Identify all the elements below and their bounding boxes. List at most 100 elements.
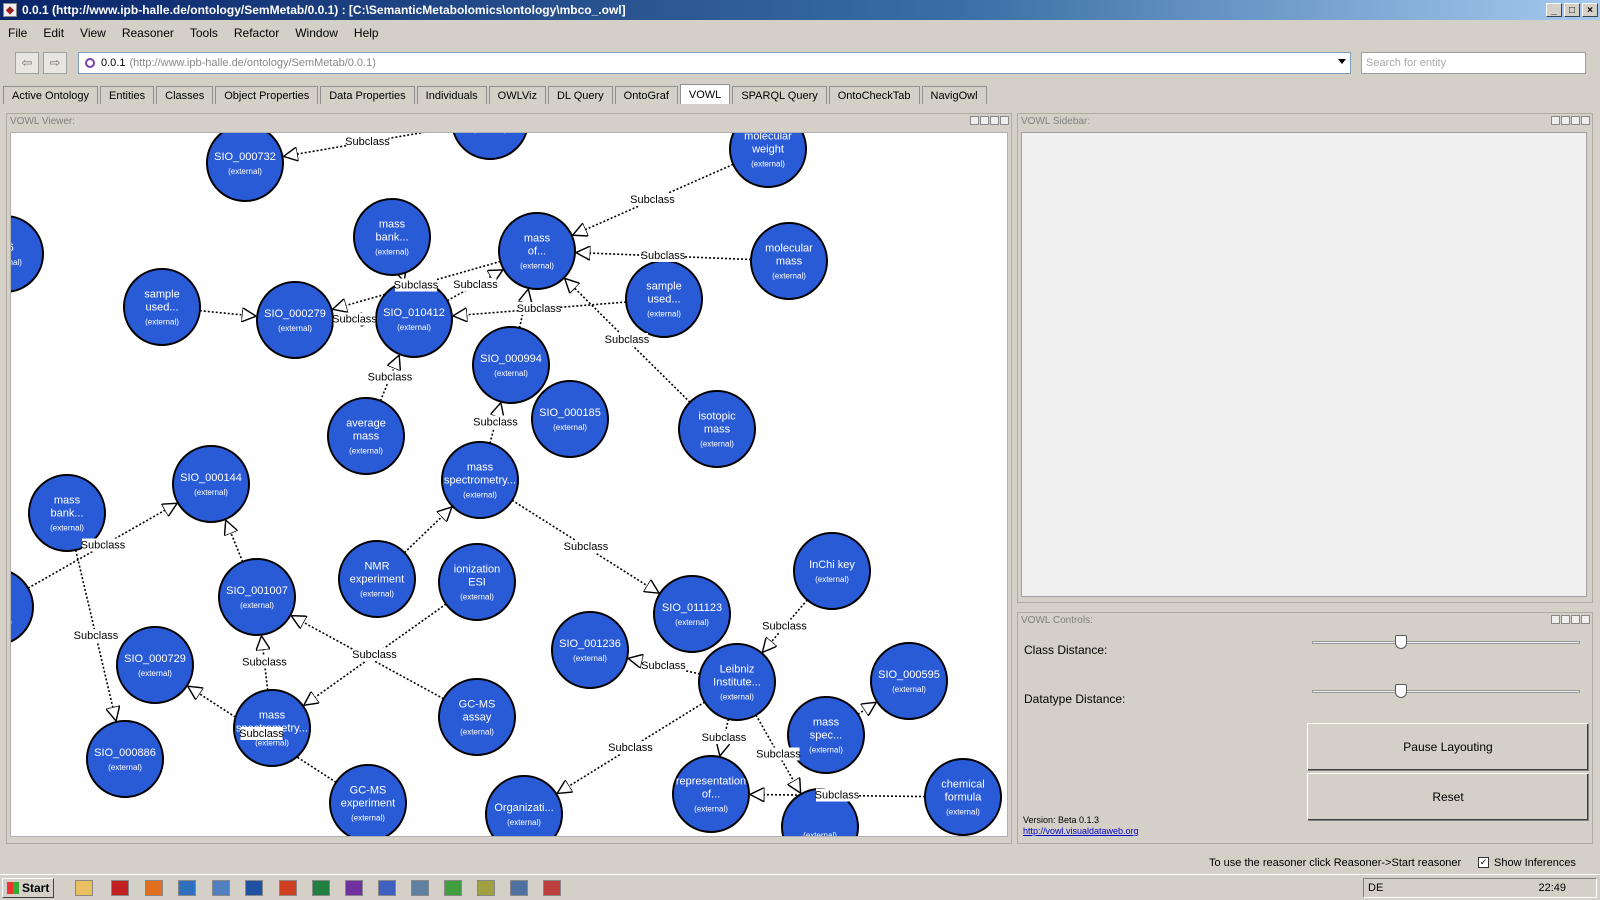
tab-sparql-query[interactable]: SPARQL Query <box>732 86 827 104</box>
ontology-selector[interactable]: 0.0.1 (http://www.ipb-halle.de/ontology/… <box>78 52 1351 74</box>
class-node[interactable]: sampleused... (external) <box>625 260 703 338</box>
excel-icon[interactable] <box>312 880 330 896</box>
class-node[interactable]: SIO_000595 (external) <box>870 642 948 720</box>
edge-label[interactable]: Subclass <box>345 135 390 148</box>
class-node[interactable]: averagemass (external) <box>327 397 405 475</box>
close-panel-icon[interactable] <box>1000 116 1009 125</box>
class-node[interactable]: LeibnizInstitute... (external) <box>698 643 776 721</box>
edge-label[interactable]: Subclass <box>641 249 686 262</box>
window-app-icon[interactable] <box>411 880 429 896</box>
class-node[interactable]: SIO_000144 (external) <box>172 445 250 523</box>
class-node[interactable]: isotopicmass (external) <box>678 390 756 468</box>
menu-help[interactable]: Help <box>346 26 387 40</box>
tab-active-ontology[interactable]: Active Ontology <box>3 86 99 104</box>
edge-label[interactable]: Subclass <box>332 312 377 326</box>
tab-object-properties[interactable]: Object Properties <box>215 86 319 104</box>
class-distance-slider[interactable] <box>1312 635 1580 649</box>
word-icon[interactable] <box>245 880 263 896</box>
menu-view[interactable]: View <box>72 26 114 40</box>
edge-label[interactable]: Subclass <box>702 731 747 744</box>
menu-refactor[interactable]: Refactor <box>226 26 287 40</box>
class-node[interactable]: massbank... (external) <box>353 198 431 276</box>
edge-label[interactable]: Subclass <box>756 747 801 761</box>
class-node[interactable]: chemicalformula (external) <box>924 758 1002 836</box>
protege-icon[interactable] <box>543 880 561 896</box>
class-node[interactable]: NMRexperiment (external) <box>338 540 416 618</box>
edge-label[interactable]: Subclass <box>453 278 498 291</box>
pause-layouting-button[interactable]: Pause Layouting <box>1307 723 1589 771</box>
start-button[interactable]: Start <box>2 878 54 898</box>
float-icon[interactable] <box>970 116 979 125</box>
clock[interactable]: 22:49 <box>1538 882 1566 894</box>
graph-canvas[interactable]: (external)SIO_000732(external)molecularw… <box>10 132 1008 837</box>
edge-label[interactable]: Subclass <box>368 370 413 384</box>
menu-window[interactable]: Window <box>287 26 346 40</box>
show-inferences-checkbox[interactable]: ✓ <box>1478 857 1489 868</box>
class-node[interactable]: massspec... (external) <box>787 696 865 774</box>
edge-label[interactable]: Subclass <box>81 538 126 552</box>
class-node[interactable]: representationof... (external) <box>672 755 750 833</box>
edge-label[interactable]: Subclass <box>605 333 650 346</box>
edge-label[interactable]: Subclass <box>74 629 119 642</box>
browser-icon[interactable] <box>178 880 196 896</box>
menu-tools[interactable]: Tools <box>182 26 226 40</box>
maximize-panel-icon[interactable] <box>1571 116 1580 125</box>
edge-label[interactable]: Subclass <box>630 193 675 206</box>
class-node[interactable]: InChi key (external) <box>793 532 871 610</box>
minimize-icon[interactable]: _ <box>1546 3 1562 17</box>
powerpoint-icon[interactable] <box>279 880 297 896</box>
class-node[interactable]: GC-MSassay (external) <box>438 678 516 756</box>
edge-label[interactable]: Subclass <box>762 619 807 633</box>
class-node[interactable]: massof... (external) <box>498 212 576 290</box>
tab-individuals[interactable]: Individuals <box>416 86 487 104</box>
back-arrow-icon[interactable]: ⇦ <box>15 52 39 74</box>
maximize-panel-icon[interactable] <box>1571 615 1580 624</box>
edge-label[interactable]: Subclass <box>394 278 439 292</box>
tab-ontograf[interactable]: OntoGraf <box>614 86 678 104</box>
slider-thumb[interactable] <box>1394 635 1407 649</box>
onenote-icon[interactable] <box>345 880 363 896</box>
terminal-icon[interactable] <box>510 880 528 896</box>
minimize-panel-icon[interactable] <box>980 116 989 125</box>
folder-icon[interactable] <box>75 880 93 896</box>
edge-label[interactable]: Subclass <box>608 741 653 754</box>
entity-search-input[interactable]: Search for entity <box>1361 52 1586 74</box>
class-node[interactable]: SIO_001236 (external) <box>551 611 629 689</box>
class-node[interactable]: molecularmass (external) <box>750 222 828 300</box>
chevron-down-icon[interactable] <box>1338 59 1346 64</box>
class-node[interactable]: SIO_000994 (external) <box>472 326 550 404</box>
firefox-icon[interactable] <box>145 880 163 896</box>
class-node[interactable]: SIO_001007 (external) <box>218 558 296 636</box>
tab-classes[interactable]: Classes <box>156 86 214 104</box>
class-node[interactable]: SIO_000732 (external) <box>206 133 284 202</box>
vowl-graph[interactable]: (external)SIO_000732(external)molecularw… <box>11 133 1008 837</box>
pdf-reader-icon[interactable] <box>111 880 129 896</box>
tab-ontochecktab[interactable]: OntoCheckTab <box>828 86 920 104</box>
class-node[interactable]: SIO_010412 (external) <box>375 280 453 358</box>
class-node[interactable]: sampleused... (external) <box>123 268 201 346</box>
forward-arrow-icon[interactable]: ⇨ <box>43 52 67 74</box>
vowl-link[interactable]: http://vowl.visualdataweb.org <box>1023 826 1139 836</box>
edge-label[interactable]: Subclass <box>352 648 397 661</box>
float-icon[interactable] <box>1551 615 1560 624</box>
class-node[interactable]: SIO_000185 (external) <box>531 380 609 458</box>
tab-vowl[interactable]: VOWL <box>679 84 731 104</box>
class-node[interactable]: 116 (external) <box>11 215 44 293</box>
class-node[interactable]: SIO_011123 (external) <box>653 575 731 653</box>
edge-label[interactable]: Subclass <box>641 659 686 672</box>
class-node[interactable]: massspectrometry... (external) <box>441 441 519 519</box>
menu-edit[interactable]: Edit <box>35 26 72 40</box>
tab-navigowl[interactable]: NavigOwl <box>921 86 987 104</box>
class-node[interactable]: (external) <box>452 133 528 160</box>
menu-reasoner[interactable]: Reasoner <box>114 26 182 40</box>
class-node[interactable]: Organizati... (external) <box>485 775 563 837</box>
class-node[interactable]: SIO_000279 (external) <box>256 281 334 359</box>
class-node[interactable]: ionizationESI (external) <box>438 543 516 621</box>
edge-label[interactable]: Subclass <box>517 302 562 315</box>
edge-label[interactable]: Subclass <box>239 727 284 740</box>
tab-owlviz[interactable]: OWLViz <box>488 86 546 104</box>
tool-app-icon[interactable] <box>477 880 495 896</box>
close-panel-icon[interactable] <box>1581 116 1590 125</box>
float-icon[interactable] <box>1551 116 1560 125</box>
close-icon[interactable]: × <box>1582 3 1598 17</box>
